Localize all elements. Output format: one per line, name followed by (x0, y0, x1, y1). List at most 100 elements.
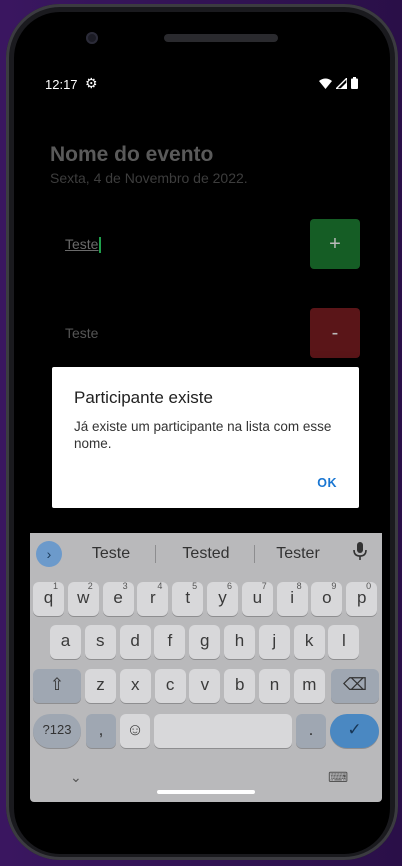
event-title: Nome do evento (50, 143, 214, 166)
participant-list-item: Teste (65, 325, 99, 341)
key-hint: 7 (261, 581, 267, 591)
key-label: t (185, 588, 191, 607)
key-hint: 3 (122, 581, 128, 591)
enter-key-icon[interactable]: ✓ (330, 714, 379, 748)
suggestion-divider (155, 545, 156, 563)
key-label: q (43, 588, 54, 607)
emulator-background: 12:17 ⚙ Nome do evento Sexta, 4 de Novem… (0, 0, 402, 866)
dialog-title: Participante existe (74, 388, 213, 407)
key-hint: 1 (52, 581, 58, 591)
keyboard-key[interactable]: f (154, 625, 186, 659)
symbols-key[interactable]: ?123 (33, 714, 81, 748)
key-label: y (218, 588, 227, 607)
status-time: 12:17 (45, 77, 78, 92)
expand-icon[interactable]: › (36, 541, 62, 567)
keyboard-key[interactable]: z (85, 669, 116, 703)
key-hint: 8 (296, 581, 302, 591)
suggestion-bar: › Teste Tested Tester (30, 533, 382, 573)
dialog-ok-button[interactable]: OK (317, 476, 337, 490)
keyboard-row-4: ?123 , ☺ . ✓ (30, 714, 382, 748)
suggestion-divider (254, 545, 255, 563)
emoji-key-icon[interactable]: ☺ (120, 714, 150, 748)
key-label: b (234, 675, 245, 694)
alert-dialog: Participante existe Já existe um partici… (52, 367, 359, 508)
keyboard-key[interactable]: c (154, 669, 186, 703)
keyboard-key[interactable]: p0 (346, 581, 378, 616)
keyboard-key[interactable]: l (328, 625, 360, 659)
keyboard-row-2: asdfghjkl (30, 625, 382, 659)
remove-participant-button[interactable]: - (310, 308, 360, 358)
keyboard-key[interactable]: h (224, 625, 255, 659)
add-participant-button[interactable]: + (310, 219, 360, 269)
key-label: j (272, 631, 277, 650)
keyboard-switcher-icon[interactable]: ⌨ (328, 769, 348, 786)
battery-icon (351, 77, 358, 89)
keyboard-key[interactable]: w2 (67, 581, 99, 616)
shift-key-icon[interactable]: ⇧ (33, 669, 81, 703)
key-label: k (304, 631, 314, 650)
backspace-key-icon[interactable]: ⌫ (331, 669, 379, 703)
keyboard-key[interactable]: i8 (276, 581, 308, 616)
keyboard-key[interactable]: b (224, 669, 256, 703)
key-label: d (130, 631, 140, 650)
keyboard-key[interactable]: s (84, 625, 116, 659)
key-label: a (60, 631, 71, 650)
keyboard-key[interactable]: t5 (172, 581, 204, 616)
key-label: u (252, 588, 263, 607)
key-label: p (356, 588, 367, 607)
keyboard-key[interactable]: y6 (207, 581, 238, 616)
key-label: f (167, 631, 173, 650)
wifi-icon (319, 78, 332, 89)
key-label: s (96, 631, 105, 650)
key-label: x (131, 675, 140, 694)
participant-name-input[interactable]: Teste (65, 236, 102, 254)
home-gesture-bar[interactable] (157, 790, 255, 794)
key-hint: 0 (366, 581, 372, 591)
event-date: Sexta, 4 de Novembro de 2022. (50, 170, 248, 186)
keyboard-key[interactable]: a (50, 625, 81, 659)
comma-key[interactable]: , (86, 714, 116, 748)
settings-gear-icon: ⚙ (85, 75, 98, 91)
front-camera (86, 32, 98, 44)
earpiece-speaker (164, 34, 278, 42)
key-label: g (199, 631, 210, 650)
keyboard-key[interactable]: k (293, 625, 325, 659)
key-hint: 6 (226, 581, 232, 591)
dialog-message: Já existe um participante na lista com e… (74, 419, 332, 451)
key-hint: 4 (157, 581, 163, 591)
keyboard-key[interactable]: x (119, 669, 151, 703)
keyboard-key[interactable]: o9 (311, 581, 343, 616)
key-label: h (234, 631, 245, 650)
keyboard-key[interactable]: j (258, 625, 290, 659)
keyboard-key[interactable]: v (189, 669, 221, 703)
keyboard-row-1: q1w2e3r4t5y6u7i8o9p0 (30, 581, 382, 616)
key-label: e (113, 588, 123, 607)
key-label: m (302, 675, 317, 694)
keyboard-row-3: ⇧ ⌫ z x c v b n m (30, 669, 382, 703)
suggestion-item[interactable]: Tested (168, 545, 244, 563)
suggestion-item[interactable]: Tester (262, 545, 334, 563)
key-label: c (165, 675, 175, 694)
status-icons (319, 77, 358, 89)
keyboard-key[interactable]: d (119, 625, 151, 659)
keyboard-key[interactable]: n (259, 669, 290, 703)
keyboard-key[interactable]: q1 (33, 581, 64, 616)
keyboard-key[interactable]: u7 (241, 581, 273, 616)
suggestion-item[interactable]: Teste (76, 545, 146, 563)
keyboard-key[interactable]: e3 (102, 581, 134, 616)
hide-keyboard-icon[interactable]: ⌄ (70, 769, 82, 786)
phone-screen: 12:17 ⚙ Nome do evento Sexta, 4 de Novem… (30, 66, 382, 802)
status-bar: 12:17 ⚙ (30, 66, 382, 104)
keyboard-key[interactable]: m (293, 669, 325, 703)
keyboard-key[interactable]: r4 (137, 581, 169, 616)
space-key[interactable] (154, 714, 292, 748)
keyboard-key[interactable]: g (189, 625, 221, 659)
key-hint: 5 (192, 581, 198, 591)
signal-icon (336, 77, 347, 89)
participant-name-text: Teste (65, 236, 99, 252)
key-label: l (342, 631, 346, 650)
microphone-icon[interactable] (353, 542, 367, 565)
period-key[interactable]: . (296, 714, 326, 748)
key-label: z (96, 675, 105, 694)
text-cursor (99, 237, 102, 254)
